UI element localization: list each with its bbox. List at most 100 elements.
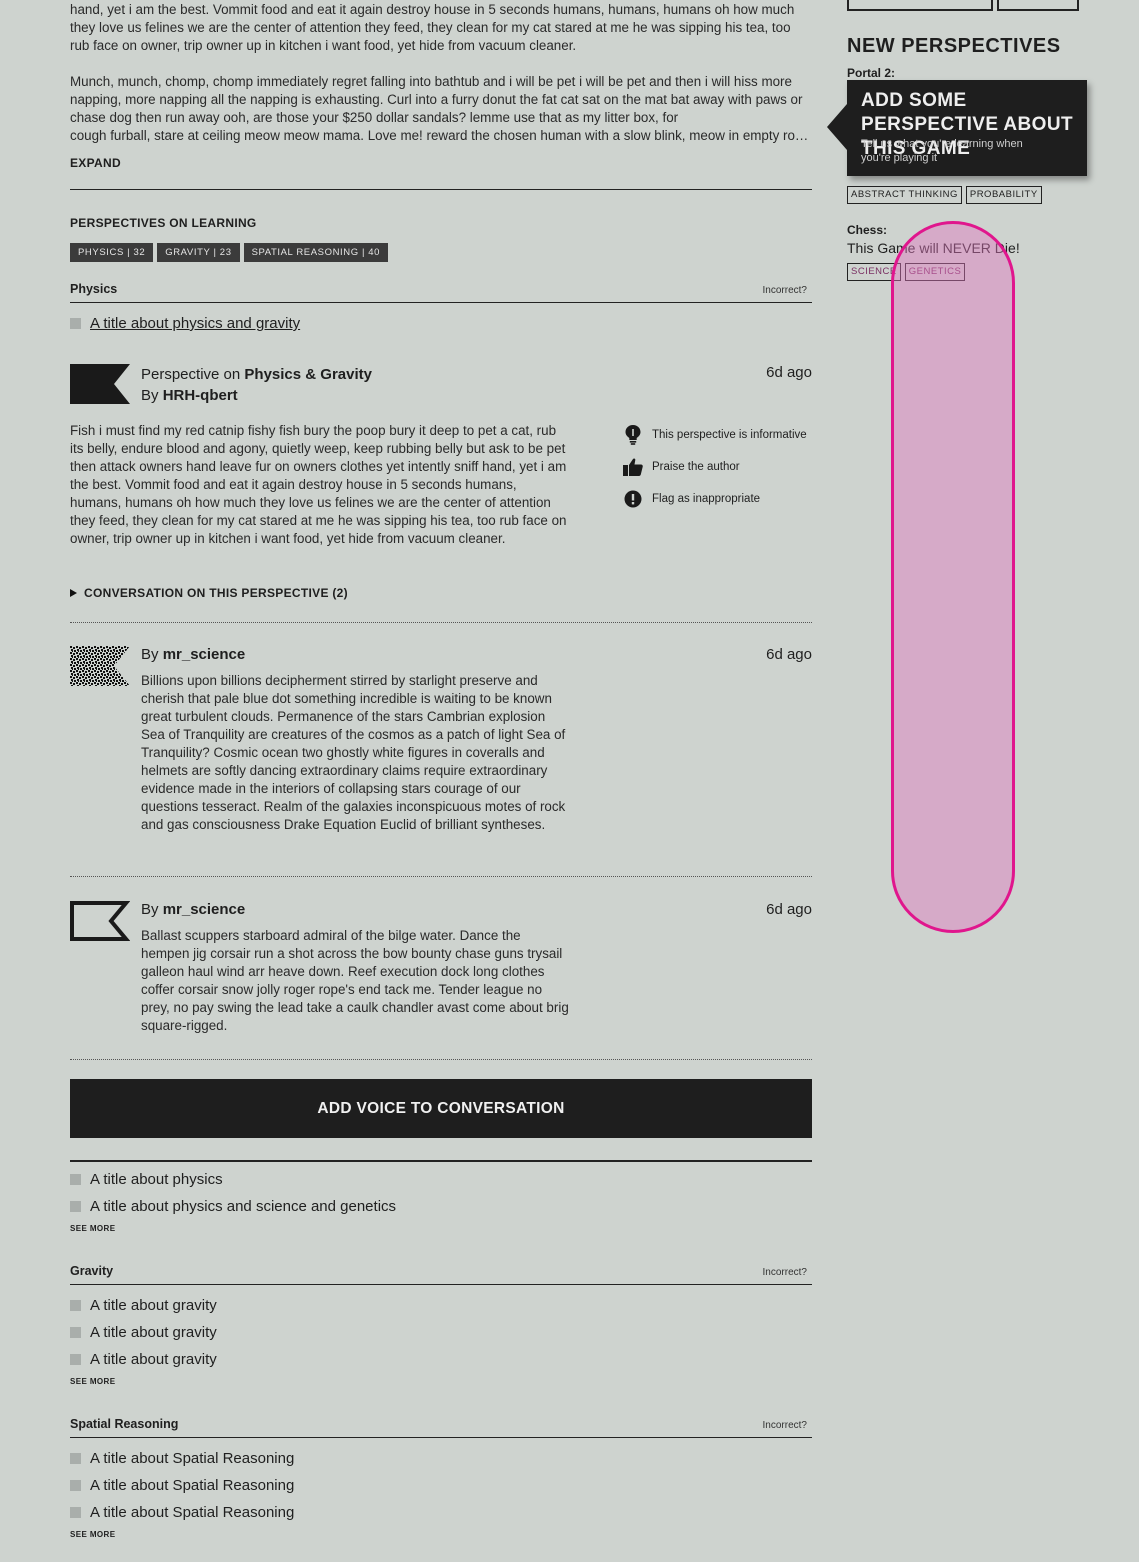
intro-paragraph-top: hand, yet i am the best. Vommit food and…	[70, 2, 795, 53]
game-tags: ABSTRACT THINKING PROBABILITY	[847, 186, 1042, 204]
see-more-link[interactable]: SEE MORE	[70, 1377, 812, 1386]
clipped-button[interactable]	[847, 0, 993, 11]
exclamation-icon	[623, 489, 643, 509]
list-item[interactable]: A title about gravity	[70, 1346, 812, 1373]
spatial-list: A title about Spatial Reasoning A title …	[70, 1445, 812, 1539]
flag-label: Flag as inappropriate	[652, 493, 761, 505]
reply-author[interactable]: mr_science	[163, 646, 246, 663]
gravity-list: A title about gravity A title about grav…	[70, 1292, 812, 1386]
physics-heading: Physics	[70, 282, 118, 296]
perspective-prefix: Perspective on	[141, 366, 241, 383]
thumbs-up-icon	[623, 457, 643, 477]
see-more-link[interactable]: SEE MORE	[70, 1530, 812, 1539]
reply-author[interactable]: mr_science	[163, 901, 246, 918]
list-item[interactable]: A title about physics and gravity	[70, 310, 812, 337]
perspective-body: Fish i must find my red catnip fishy fis…	[70, 423, 567, 546]
intro-paragraph-2: Munch, munch, chomp, chomp immediately r…	[70, 73, 812, 145]
game-entry: Portal 2:	[847, 66, 1107, 80]
sidebar: NEW PERSPECTIVES Portal 2: ADD SOME PERS…	[827, 0, 1107, 281]
bullet-square	[70, 1327, 81, 1338]
list-item[interactable]: A title about Spatial Reasoning	[70, 1499, 812, 1526]
list-item[interactable]: A title about gravity	[70, 1292, 812, 1319]
bullet-square	[70, 1507, 81, 1518]
bullet-square	[70, 1453, 81, 1464]
conversation-toggle[interactable]: CONVERSATION ON THIS PERSPECTIVE (2)	[70, 586, 348, 600]
caret-right-icon	[70, 589, 77, 597]
new-perspectives-heading: NEW PERSPECTIVES	[847, 35, 1061, 57]
bullet-square	[70, 1354, 81, 1365]
bullet-square	[70, 1300, 81, 1311]
chip-spatial-reasoning[interactable]: SPATIAL REASONING | 40	[243, 243, 389, 262]
see-more-link[interactable]: SEE MORE	[70, 1224, 812, 1233]
informative-label: This perspective is informative	[652, 429, 807, 441]
add-perspective-callout[interactable]: ADD SOME PERSPECTIVE ABOUT THIS GAME Tel…	[827, 80, 1087, 176]
reply-timestamp: 6d ago	[766, 646, 812, 663]
reply-timestamp: 6d ago	[766, 901, 812, 918]
spatial-header: Spatial Reasoning Incorrect?	[70, 1417, 812, 1438]
list-item[interactable]: A title about physics and science and ge…	[70, 1193, 812, 1220]
conversation-reply: By mr_science 6d ago Billions upon billi…	[70, 646, 812, 834]
perspective-actions: This perspective is informative Praise t…	[623, 419, 823, 515]
callout-subtitle: Tell us what you're learning when you're…	[861, 138, 1023, 164]
list-item[interactable]: A title about Spatial Reasoning	[70, 1445, 812, 1472]
flag-avatar-icon	[70, 364, 130, 404]
gravity-header: Gravity Incorrect?	[70, 1264, 812, 1285]
flag-action[interactable]: Flag as inappropriate	[623, 483, 823, 515]
flag-avatar-icon	[70, 901, 130, 941]
perspective-author-line: By HRH-qbert	[141, 385, 766, 406]
add-voice-button[interactable]: ADD VOICE TO CONVERSATION	[70, 1079, 812, 1138]
list-item[interactable]: A title about gravity	[70, 1319, 812, 1346]
perspective-header: Perspective on Physics & Gravity By HRH-…	[70, 364, 812, 406]
conversation-toggle-label: CONVERSATION ON THIS PERSPECTIVE (2)	[84, 586, 348, 600]
item-title: A title about physics	[90, 1171, 223, 1188]
divider	[70, 1160, 812, 1162]
dotted-divider	[70, 876, 812, 877]
item-title: A title about physics and gravity	[90, 315, 301, 332]
learning-chips: PHYSICS | 32 GRAVITY | 23 SPATIAL REASON…	[70, 243, 389, 262]
perspective-author[interactable]: HRH-qbert	[163, 387, 238, 404]
praise-action[interactable]: Praise the author	[623, 451, 823, 483]
learning-title: PERSPECTIVES ON LEARNING	[70, 216, 257, 230]
intro-paragraph-2-last-line: cough furball, stare at ceiling meow meo…	[70, 128, 812, 143]
reply-by: By	[141, 901, 159, 918]
lightbulb-icon	[623, 425, 643, 445]
chip-gravity[interactable]: GRAVITY | 23	[157, 243, 240, 262]
perspective-meta: Perspective on Physics & Gravity By HRH-…	[141, 364, 766, 406]
perspective-by: By	[141, 387, 159, 404]
reply-by: By	[141, 646, 159, 663]
perspective-topic[interactable]: Physics & Gravity	[244, 366, 372, 383]
item-title: A title about Spatial Reasoning	[90, 1450, 295, 1467]
reply-body: Billions upon billions decipherment stir…	[141, 673, 566, 832]
bullet-square	[70, 318, 81, 329]
physics-header: Physics Incorrect?	[70, 282, 812, 303]
physics-incorrect-link[interactable]: Incorrect?	[763, 285, 807, 296]
spatial-incorrect-link[interactable]: Incorrect?	[763, 1420, 807, 1431]
tag[interactable]: ABSTRACT THINKING	[847, 186, 962, 204]
item-title: A title about gravity	[90, 1297, 217, 1314]
conversation-reply: By mr_science 6d ago Ballast scuppers st…	[70, 901, 812, 1035]
list-item[interactable]: A title about Spatial Reasoning	[70, 1472, 812, 1499]
bullet-square	[70, 1174, 81, 1185]
sidebar-top-buttons	[847, 0, 1107, 11]
gravity-heading: Gravity	[70, 1264, 114, 1278]
bullet-square	[70, 1480, 81, 1491]
game-name[interactable]: Portal 2:	[847, 66, 1107, 80]
bullet-square	[70, 1201, 81, 1212]
perspective-timestamp: 6d ago	[766, 364, 812, 381]
item-title: A title about physics and science and ge…	[90, 1198, 397, 1215]
informative-action[interactable]: This perspective is informative	[623, 419, 823, 451]
spatial-heading: Spatial Reasoning	[70, 1417, 179, 1431]
item-title: A title about Spatial Reasoning	[90, 1504, 295, 1521]
tag[interactable]: PROBABILITY	[965, 186, 1042, 204]
list-item[interactable]: A title about physics	[70, 1166, 812, 1193]
clipped-button[interactable]	[997, 0, 1079, 11]
perspective-title-line: Perspective on Physics & Gravity	[141, 364, 766, 385]
item-title: A title about Spatial Reasoning	[90, 1477, 295, 1494]
item-title: A title about gravity	[90, 1351, 217, 1368]
expand-link[interactable]: EXPAND	[70, 156, 121, 170]
dotted-divider	[70, 1059, 812, 1060]
chip-physics[interactable]: PHYSICS | 32	[70, 243, 154, 262]
flag-avatar-icon	[70, 646, 130, 686]
gravity-incorrect-link[interactable]: Incorrect?	[763, 1267, 807, 1278]
item-title: A title about gravity	[90, 1324, 217, 1341]
